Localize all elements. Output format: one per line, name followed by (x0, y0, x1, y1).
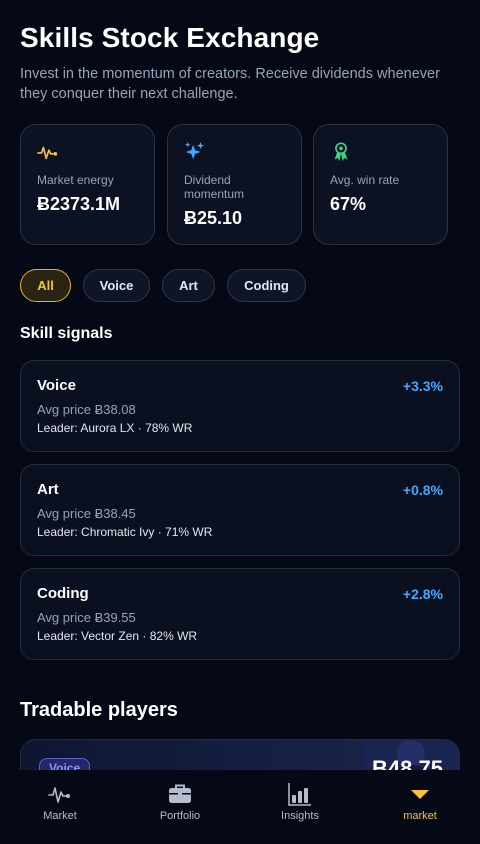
nav-item-insights[interactable]: Insights (240, 782, 360, 822)
nav-label: Market (43, 810, 77, 822)
bottom-nav: Market Portfolio Insights market (0, 770, 480, 844)
stat-card-market-energy: Market energy Ƀ2373.1M (20, 124, 155, 245)
signal-avg-price: Avg price Ƀ38.08 (37, 402, 136, 417)
page-subtitle: Invest in the momentum of creators. Rece… (20, 66, 440, 102)
signal-leader: Leader: Aurora LX · 78% WR (37, 421, 193, 435)
signal-change: +0.8% (402, 482, 443, 498)
sparkles-icon (184, 141, 205, 160)
stat-value: Ƀ25.10 (184, 208, 243, 228)
nav-label: market (403, 810, 437, 822)
stat-value: Ƀ2373.1M (37, 194, 121, 214)
filter-chip-art[interactable]: Art (162, 269, 215, 302)
nav-item-market[interactable]: Market (0, 782, 120, 822)
section-heading-tradable-players: Tradable players (20, 699, 178, 721)
filter-chip-coding[interactable]: Coding (227, 269, 306, 302)
briefcase-icon (169, 784, 191, 803)
pulse-icon (48, 787, 70, 803)
signal-card-art[interactable]: Art +0.8% Avg price Ƀ38.45 Leader: Chrom… (20, 464, 460, 556)
nav-item-market-active[interactable]: market (360, 782, 480, 822)
signal-avg-price: Avg price Ƀ38.45 (37, 506, 136, 521)
signal-leader: Leader: Chromatic Ivy · 71% WR (37, 525, 213, 539)
signal-card-coding[interactable]: Coding +2.8% Avg price Ƀ39.55 Leader: Ve… (20, 568, 460, 660)
stat-label: Market energy (37, 173, 114, 187)
stat-value: 67% (330, 194, 367, 214)
section-heading-skill-signals: Skill signals (20, 325, 113, 342)
signal-name: Voice (37, 377, 76, 394)
page-title: Skills Stock Exchange (20, 22, 320, 53)
stat-label: Dividend momentum (184, 173, 245, 201)
chevron-down-icon (411, 790, 429, 799)
award-ribbon-icon (334, 142, 348, 162)
filter-chip-voice[interactable]: Voice (83, 269, 150, 302)
pulse-icon (37, 146, 58, 160)
signal-change: +2.8% (402, 586, 443, 602)
signal-card-voice[interactable]: Voice +3.3% Avg price Ƀ38.08 Leader: Aur… (20, 360, 460, 452)
stat-label: Avg. win rate (330, 173, 400, 187)
bar-chart-icon (288, 783, 311, 806)
signal-avg-price: Avg price Ƀ39.55 (37, 610, 136, 625)
nav-label: Insights (281, 810, 319, 822)
filter-chip-all[interactable]: All (20, 269, 71, 302)
signal-leader: Leader: Vector Zen · 82% WR (37, 629, 198, 643)
signal-name: Coding (37, 585, 89, 602)
signal-name: Art (37, 481, 59, 498)
app-screen: Skills Stock Exchange Invest in the mome… (0, 0, 480, 844)
nav-label: Portfolio (159, 810, 201, 822)
stat-card-avg-win-rate: Avg. win rate 67% (313, 124, 448, 245)
stat-card-dividend-momentum: Dividend momentum Ƀ25.10 (167, 124, 302, 245)
signal-change: +3.3% (402, 378, 443, 394)
nav-item-portfolio[interactable]: Portfolio (120, 782, 240, 822)
